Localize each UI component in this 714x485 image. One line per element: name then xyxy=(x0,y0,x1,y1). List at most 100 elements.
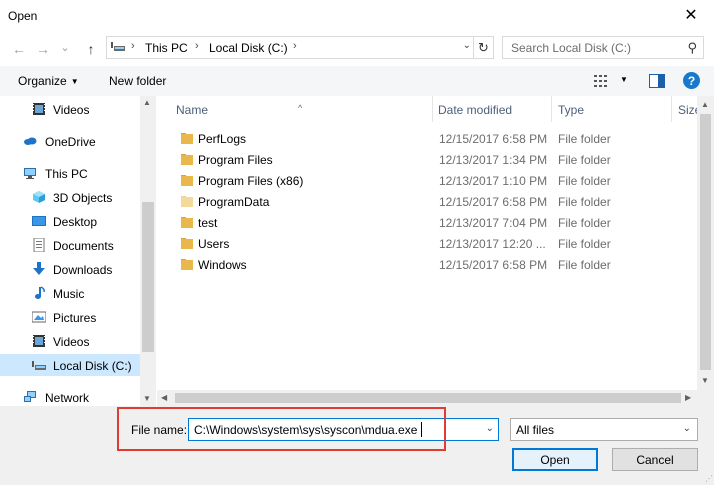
sidebar-item-desktop[interactable]: Desktop xyxy=(0,210,140,232)
dialog-footer: File name: C:\Windows\system\sys\syscon\… xyxy=(0,406,714,485)
navigation-pane: Videos OneDrive This PC 3D Objects Deskt… xyxy=(0,96,156,406)
sidebar-item-videos-top[interactable]: Videos xyxy=(0,98,140,120)
onedrive-icon xyxy=(24,137,37,145)
column-header-name[interactable]: Name xyxy=(176,103,208,117)
music-icon xyxy=(35,286,45,299)
search-box[interactable]: Search Local Disk (C:) ⚲ xyxy=(502,36,704,59)
videos-icon xyxy=(33,335,45,347)
table-row[interactable]: Windows 12/15/2017 6:58 PM File folder xyxy=(157,254,697,275)
scroll-up-icon[interactable]: ▲ xyxy=(143,98,151,107)
file-date: 12/15/2017 6:58 PM xyxy=(439,132,548,146)
command-toolbar: Organize ▼ New folder ▼ ? xyxy=(0,66,714,96)
file-type: File folder xyxy=(558,195,611,209)
sidebar-scroll-thumb[interactable] xyxy=(142,202,154,352)
file-type: File folder xyxy=(558,153,611,167)
scroll-up-icon[interactable]: ▲ xyxy=(701,100,709,109)
table-row[interactable]: Users 12/13/2017 12:20 ... File folder xyxy=(157,233,697,254)
forward-arrow-icon[interactable]: → xyxy=(34,40,52,58)
file-date: 12/13/2017 7:04 PM xyxy=(439,216,548,230)
file-date: 12/15/2017 6:58 PM xyxy=(439,195,548,209)
folder-icon xyxy=(181,154,193,165)
table-row[interactable]: PerfLogs 12/15/2017 6:58 PM File folder xyxy=(157,128,697,149)
hidden-folder-icon xyxy=(181,196,193,207)
sidebar-item-label: Local Disk (C:) xyxy=(53,359,132,373)
close-icon[interactable]: ✕ xyxy=(668,0,714,30)
breadcrumb-this-pc[interactable]: This PC xyxy=(145,41,188,55)
folder-icon xyxy=(181,259,193,270)
file-list-vertical-scrollbar[interactable]: ▲ ▼ xyxy=(697,96,714,390)
network-icon xyxy=(24,391,36,402)
sidebar-item-network[interactable]: Network xyxy=(0,386,140,406)
open-button[interactable]: Open xyxy=(512,448,598,471)
sidebar-item-videos[interactable]: Videos xyxy=(0,330,140,352)
scroll-left-icon[interactable]: ◀ xyxy=(161,393,167,402)
sidebar-item-3d-objects[interactable]: 3D Objects xyxy=(0,186,140,208)
view-options-caret-icon[interactable]: ▼ xyxy=(620,75,628,84)
file-name: Program Files (x86) xyxy=(198,174,304,188)
scroll-right-icon[interactable]: ▶ xyxy=(685,393,691,402)
back-arrow-icon[interactable]: ← xyxy=(10,40,28,58)
cancel-button[interactable]: Cancel xyxy=(612,448,698,471)
sidebar-item-this-pc[interactable]: This PC xyxy=(0,162,140,184)
3d-objects-icon xyxy=(33,191,45,203)
file-type: File folder xyxy=(558,258,611,272)
vertical-scroll-thumb[interactable] xyxy=(700,114,711,370)
sidebar-item-downloads[interactable]: Downloads xyxy=(0,258,140,280)
sidebar-scrollbar[interactable]: ▲ ▼ xyxy=(140,96,156,406)
resize-grip-icon[interactable]: ⋰ xyxy=(705,474,713,483)
file-name: test xyxy=(198,216,218,230)
highlight-annotation-box xyxy=(117,407,446,451)
table-row[interactable]: Program Files (x86) 12/13/2017 1:10 PM F… xyxy=(157,170,697,191)
table-row[interactable]: test 12/13/2017 7:04 PM File folder xyxy=(157,212,697,233)
file-name-dropdown-icon[interactable]: ⌄ xyxy=(486,423,494,434)
sidebar-item-label: Documents xyxy=(53,239,114,253)
recent-locations-icon[interactable]: ⌄ xyxy=(56,38,74,56)
column-header-date[interactable]: Date modified xyxy=(438,103,512,117)
search-placeholder: Search Local Disk (C:) xyxy=(511,41,632,55)
address-dropdown-icon[interactable]: ⌄ xyxy=(463,40,471,51)
sidebar-item-label: This PC xyxy=(45,167,88,181)
preview-pane-icon[interactable] xyxy=(649,74,665,88)
sidebar-item-label: 3D Objects xyxy=(53,191,113,205)
sidebar-item-local-disk[interactable]: Local Disk (C:) xyxy=(0,354,140,376)
breadcrumb-separator-icon[interactable]: › xyxy=(195,40,199,52)
column-divider[interactable] xyxy=(671,96,672,122)
file-date: 12/13/2017 12:20 ... xyxy=(439,237,546,251)
refresh-icon[interactable]: ↻ xyxy=(473,37,493,58)
breadcrumb-separator-icon[interactable]: › xyxy=(293,40,297,52)
navigation-bar: ← → ⌄ ↑ › This PC › Local Disk (C:) › ⌄ … xyxy=(0,32,714,66)
sidebar-item-label: Desktop xyxy=(53,215,98,229)
scroll-down-icon[interactable]: ▼ xyxy=(701,376,709,385)
file-name: Users xyxy=(198,237,230,251)
table-row[interactable]: ProgramData 12/15/2017 6:58 PM File fold… xyxy=(157,191,697,212)
column-header-type[interactable]: Type xyxy=(558,103,584,117)
address-bar[interactable]: › This PC › Local Disk (C:) › ⌄ ↻ xyxy=(106,36,494,59)
file-list-horizontal-scrollbar[interactable]: ◀ ▶ xyxy=(157,390,697,406)
file-name: ProgramData xyxy=(198,195,270,209)
column-divider[interactable] xyxy=(551,96,552,122)
file-type: File folder xyxy=(558,237,611,251)
chevron-down-icon[interactable]: ⌄ xyxy=(683,423,691,434)
help-icon[interactable]: ? xyxy=(683,72,700,89)
file-type-filter-value: All files xyxy=(516,423,555,437)
sidebar-item-label: Downloads xyxy=(53,263,113,277)
sidebar-item-music[interactable]: Music xyxy=(0,282,140,304)
sidebar-item-onedrive[interactable]: OneDrive xyxy=(0,130,140,152)
sidebar-item-documents[interactable]: Documents xyxy=(0,234,140,256)
search-icon[interactable]: ⚲ xyxy=(687,40,697,56)
sidebar-item-pictures[interactable]: Pictures xyxy=(0,306,140,328)
column-headers: Name ^ Date modified Type Size xyxy=(157,96,701,122)
scrollbar-corner xyxy=(697,390,714,406)
table-row[interactable]: Program Files 12/13/2017 1:34 PM File fo… xyxy=(157,149,697,170)
breadcrumb-separator-icon[interactable]: › xyxy=(131,40,135,52)
column-divider[interactable] xyxy=(432,96,433,122)
new-folder-button[interactable]: New folder xyxy=(109,74,166,88)
up-arrow-icon[interactable]: ↑ xyxy=(82,40,100,58)
breadcrumb-local-disk[interactable]: Local Disk (C:) xyxy=(209,41,288,55)
organize-button[interactable]: Organize ▼ xyxy=(18,74,79,88)
horizontal-scroll-thumb[interactable] xyxy=(175,393,681,403)
scroll-down-icon[interactable]: ▼ xyxy=(143,394,151,403)
pictures-icon xyxy=(32,311,46,323)
file-type-filter-select[interactable]: All files ⌄ xyxy=(510,418,698,441)
change-view-icon[interactable] xyxy=(594,74,610,88)
